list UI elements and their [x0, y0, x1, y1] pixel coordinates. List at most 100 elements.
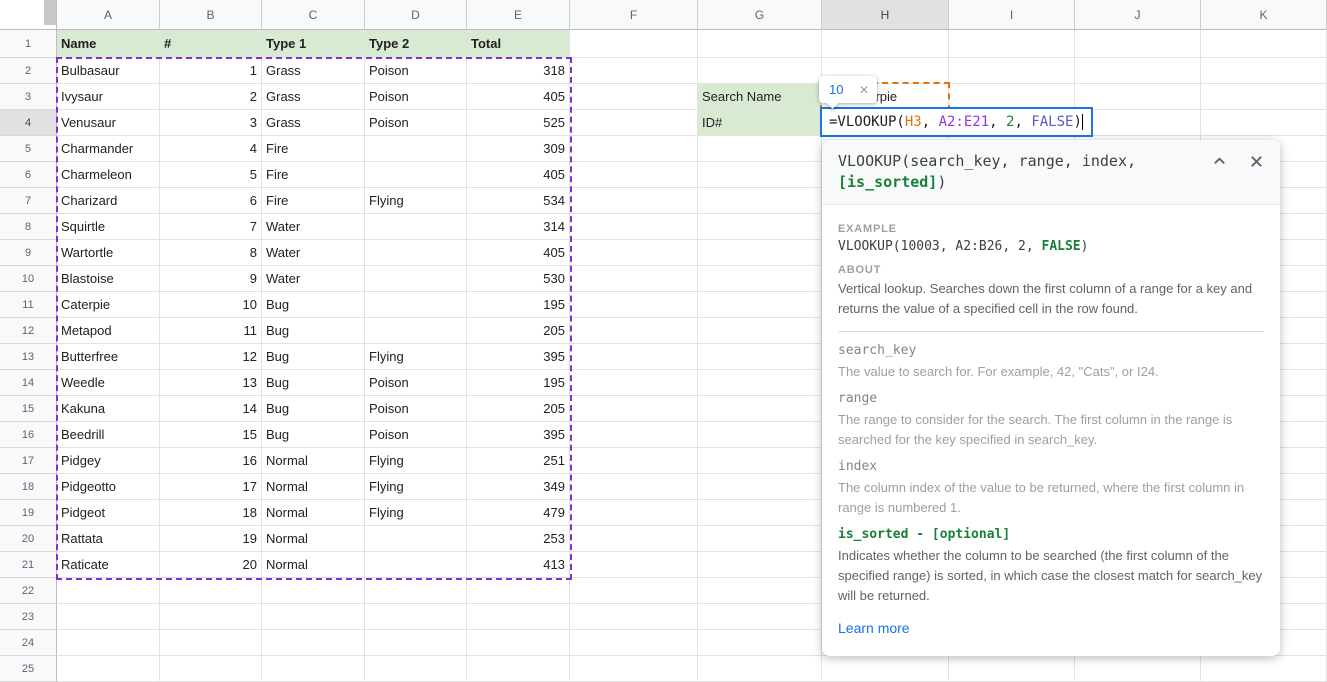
cell-G16[interactable] [698, 422, 822, 448]
cell-B16[interactable]: 15 [160, 422, 262, 448]
cell-J4[interactable] [1075, 110, 1201, 136]
cell-A4[interactable]: Venusaur [57, 110, 160, 136]
col-header-H[interactable]: H [822, 0, 949, 30]
cell-H1[interactable] [822, 30, 949, 58]
collapse-icon[interactable] [1212, 154, 1227, 169]
cell-K1[interactable] [1201, 30, 1327, 58]
cell-F18[interactable] [570, 474, 698, 500]
cell-G8[interactable] [698, 214, 822, 240]
cell-C24[interactable] [262, 630, 365, 656]
cell-G2[interactable] [698, 58, 822, 84]
cell-A16[interactable]: Beedrill [57, 422, 160, 448]
cell-D13[interactable]: Flying [365, 344, 467, 370]
cell-E10[interactable]: 530 [467, 266, 570, 292]
cell-D24[interactable] [365, 630, 467, 656]
cell-D2[interactable]: Poison [365, 58, 467, 84]
row-header-11[interactable]: 11 [0, 292, 57, 318]
cell-E13[interactable]: 395 [467, 344, 570, 370]
col-header-B[interactable]: B [160, 0, 262, 30]
cell-E6[interactable]: 405 [467, 162, 570, 188]
cell-E21[interactable]: 413 [467, 552, 570, 578]
cell-F17[interactable] [570, 448, 698, 474]
cell-A24[interactable] [57, 630, 160, 656]
cell-F21[interactable] [570, 552, 698, 578]
cell-D6[interactable] [365, 162, 467, 188]
cell-E8[interactable]: 314 [467, 214, 570, 240]
cell-C9[interactable]: Water [262, 240, 365, 266]
cell-H25[interactable] [822, 656, 949, 682]
cell-K4[interactable] [1201, 110, 1327, 136]
row-header-19[interactable]: 19 [0, 500, 57, 526]
cell-K2[interactable] [1201, 58, 1327, 84]
col-header-I[interactable]: I [949, 0, 1075, 30]
cell-F15[interactable] [570, 396, 698, 422]
cell-G24[interactable] [698, 630, 822, 656]
cell-C3[interactable]: Grass [262, 84, 365, 110]
cell-F20[interactable] [570, 526, 698, 552]
row-header-9[interactable]: 9 [0, 240, 57, 266]
cell-C22[interactable] [262, 578, 365, 604]
cell-A9[interactable]: Wartortle [57, 240, 160, 266]
cell-E17[interactable]: 251 [467, 448, 570, 474]
cell-F23[interactable] [570, 604, 698, 630]
cell-G15[interactable] [698, 396, 822, 422]
cell-D1[interactable]: Type 2 [365, 30, 467, 58]
row-header-25[interactable]: 25 [0, 656, 57, 682]
cell-I2[interactable] [949, 58, 1075, 84]
row-header-24[interactable]: 24 [0, 630, 57, 656]
col-header-J[interactable]: J [1075, 0, 1201, 30]
cell-F4[interactable] [570, 110, 698, 136]
cell-K25[interactable] [1201, 656, 1327, 682]
cell-A17[interactable]: Pidgey [57, 448, 160, 474]
cell-E23[interactable] [467, 604, 570, 630]
row-header-4[interactable]: 4 [0, 110, 57, 136]
cell-E16[interactable]: 395 [467, 422, 570, 448]
cell-E7[interactable]: 534 [467, 188, 570, 214]
cell-F10[interactable] [570, 266, 698, 292]
cell-E20[interactable]: 253 [467, 526, 570, 552]
close-icon[interactable] [1249, 154, 1264, 169]
cell-B19[interactable]: 18 [160, 500, 262, 526]
cell-D22[interactable] [365, 578, 467, 604]
cell-B4[interactable]: 3 [160, 110, 262, 136]
cell-F24[interactable] [570, 630, 698, 656]
cell-G13[interactable] [698, 344, 822, 370]
cell-G4[interactable]: ID# [698, 110, 822, 136]
cell-G12[interactable] [698, 318, 822, 344]
cell-D19[interactable]: Flying [365, 500, 467, 526]
cell-C10[interactable]: Water [262, 266, 365, 292]
cell-A6[interactable]: Charmeleon [57, 162, 160, 188]
row-header-18[interactable]: 18 [0, 474, 57, 500]
cell-B11[interactable]: 10 [160, 292, 262, 318]
cell-C4[interactable]: Grass [262, 110, 365, 136]
cell-G25[interactable] [698, 656, 822, 682]
cell-B23[interactable] [160, 604, 262, 630]
cell-E9[interactable]: 405 [467, 240, 570, 266]
cell-C16[interactable]: Bug [262, 422, 365, 448]
cell-B22[interactable] [160, 578, 262, 604]
cell-C6[interactable]: Fire [262, 162, 365, 188]
cell-A25[interactable] [57, 656, 160, 682]
cell-D5[interactable] [365, 136, 467, 162]
cell-C25[interactable] [262, 656, 365, 682]
cell-E11[interactable]: 195 [467, 292, 570, 318]
cell-B9[interactable]: 8 [160, 240, 262, 266]
row-header-12[interactable]: 12 [0, 318, 57, 344]
row-header-6[interactable]: 6 [0, 162, 57, 188]
cell-C19[interactable]: Normal [262, 500, 365, 526]
select-all-corner[interactable] [0, 0, 57, 30]
cell-D9[interactable] [365, 240, 467, 266]
cell-B13[interactable]: 12 [160, 344, 262, 370]
cell-D20[interactable] [365, 526, 467, 552]
cell-G1[interactable] [698, 30, 822, 58]
col-header-C[interactable]: C [262, 0, 365, 30]
col-header-A[interactable]: A [57, 0, 160, 30]
cell-B10[interactable]: 9 [160, 266, 262, 292]
cell-G6[interactable] [698, 162, 822, 188]
cell-E15[interactable]: 205 [467, 396, 570, 422]
cell-C7[interactable]: Fire [262, 188, 365, 214]
cell-I25[interactable] [949, 656, 1075, 682]
cell-C17[interactable]: Normal [262, 448, 365, 474]
cell-D12[interactable] [365, 318, 467, 344]
col-header-G[interactable]: G [698, 0, 822, 30]
